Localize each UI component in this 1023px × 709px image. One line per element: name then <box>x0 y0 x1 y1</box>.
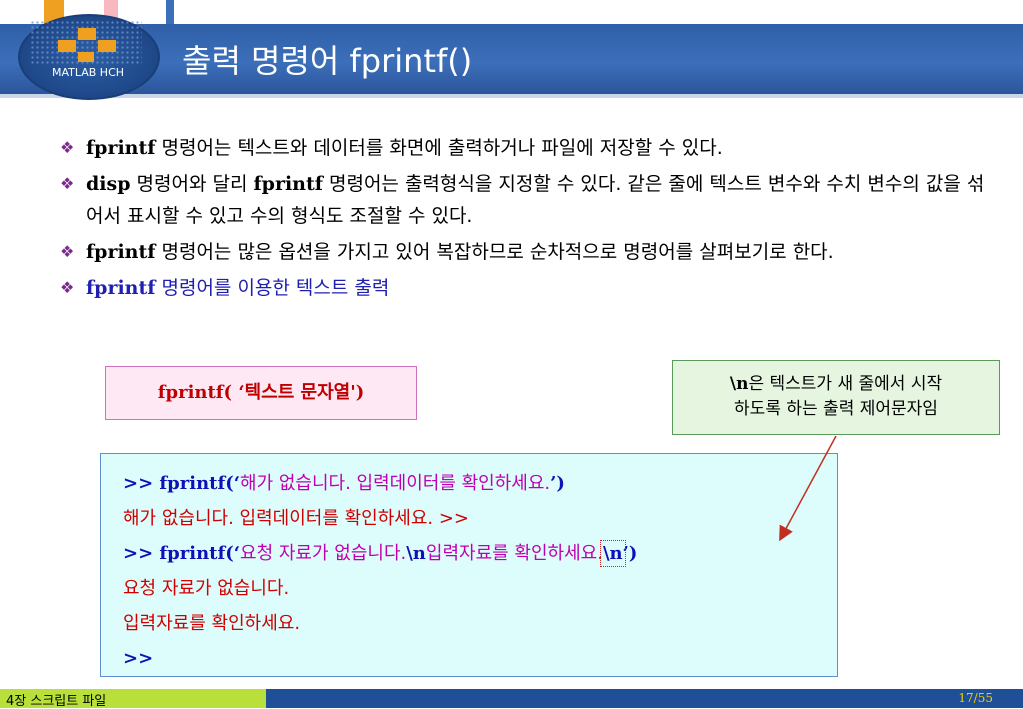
command-prompt: >> <box>123 648 154 669</box>
command-suffix: ’) <box>550 473 565 494</box>
newline-escape-highlight: \n <box>600 540 626 567</box>
bullet-keyword: disp <box>86 173 131 195</box>
bullet-item: ❖ fprintf 명령어는 텍스트와 데이터를 화면에 출력하거나 파일에 저장… <box>60 132 985 164</box>
note-text: 은 텍스트가 새 줄에서 시작 <box>748 374 943 394</box>
command-prompt: >> fprintf(‘ <box>123 473 241 494</box>
note-keyword: \n <box>729 374 749 394</box>
footer-chapter: 4장 스크립트 파일 <box>6 694 107 709</box>
top-strip <box>0 0 1023 24</box>
command-suffix: ’) <box>622 543 638 564</box>
logo-block <box>78 52 94 62</box>
diamond-bullet-icon: ❖ <box>60 138 75 157</box>
command-prompt: >> fprintf(‘ <box>123 543 241 564</box>
note-line: \n은 텍스트가 새 줄에서 시작 <box>673 372 999 397</box>
diamond-bullet-icon: ❖ <box>60 242 75 261</box>
bullet-item: ❖ disp 명령어와 달리 fprintf 명령어는 출력형식을 지정할 수 있… <box>60 168 985 232</box>
logo-block <box>98 40 116 52</box>
deco-square <box>166 0 174 24</box>
slide-title: 출력 명령어 fprintf() <box>182 42 473 80</box>
command-string: 입력자료를 확인하세요. <box>425 543 603 564</box>
bullet-text: 명령어와 달리 <box>130 173 254 195</box>
footer-bar <box>266 689 1023 708</box>
bullet-keyword: fprintf <box>86 241 156 263</box>
note-callout: \n은 텍스트가 새 줄에서 시작 하도록 하는 출력 제어문자임 <box>672 360 1000 435</box>
bullet-text: 명령어는 많은 옵션을 가지고 있어 복잡하므로 순차적으로 명령어를 살펴보기… <box>155 241 834 263</box>
logo-text: MATLAB HCH <box>51 66 125 79</box>
command-string: 해가 없습니다. 입력데이터를 확인하세요. <box>240 473 551 494</box>
bullet-text: 명령어는 텍스트와 데이터를 화면에 출력하거나 파일에 저장할 수 있다. <box>155 137 723 159</box>
bullet-list: ❖ fprintf 명령어는 텍스트와 데이터를 화면에 출력하거나 파일에 저장… <box>60 132 985 308</box>
logo-block <box>78 28 96 40</box>
output-line: 입력자료를 확인하세요. <box>123 613 301 634</box>
command-line: >> fprintf(‘요청 자료가 없습니다.\n입력자료를 확인하세요.\n… <box>123 536 859 571</box>
diamond-bullet-icon: ❖ <box>60 278 75 297</box>
bullet-keyword: fprintf <box>86 137 156 159</box>
syntax-box: fprintf( ‘텍스트 문자열') <box>105 366 417 420</box>
command-string: 요청 자료가 없습니다. <box>240 543 407 564</box>
command-example-box: >> fprintf(‘해가 없습니다. 입력데이터를 확인하세요.’) 해가 … <box>100 453 838 677</box>
output-line: 요청 자료가 없습니다. <box>123 578 290 599</box>
bullet-keyword: fprintf <box>253 173 323 195</box>
bullet-item: ❖ fprintf 명령어를 이용한 텍스트 출력 <box>60 272 985 304</box>
diamond-bullet-icon: ❖ <box>60 174 75 193</box>
output-line: 해가 없습니다. 입력데이터를 확인하세요. >> <box>123 508 470 529</box>
page-number: 17/55 <box>958 691 993 705</box>
bullet-text: 명령어를 이용한 텍스트 출력 <box>155 277 390 299</box>
header-divider <box>0 94 1023 98</box>
logo-block <box>58 40 76 52</box>
bullet-item: ❖ fprintf 명령어는 많은 옵션을 가지고 있어 복잡하므로 순차적으로 … <box>60 236 985 268</box>
note-line: 하도록 하는 출력 제어문자임 <box>734 399 938 419</box>
newline-escape: \n <box>406 543 426 564</box>
bullet-keyword: fprintf <box>86 277 156 299</box>
command-line: >> fprintf(‘해가 없습니다. 입력데이터를 확인하세요.’) <box>123 466 859 501</box>
